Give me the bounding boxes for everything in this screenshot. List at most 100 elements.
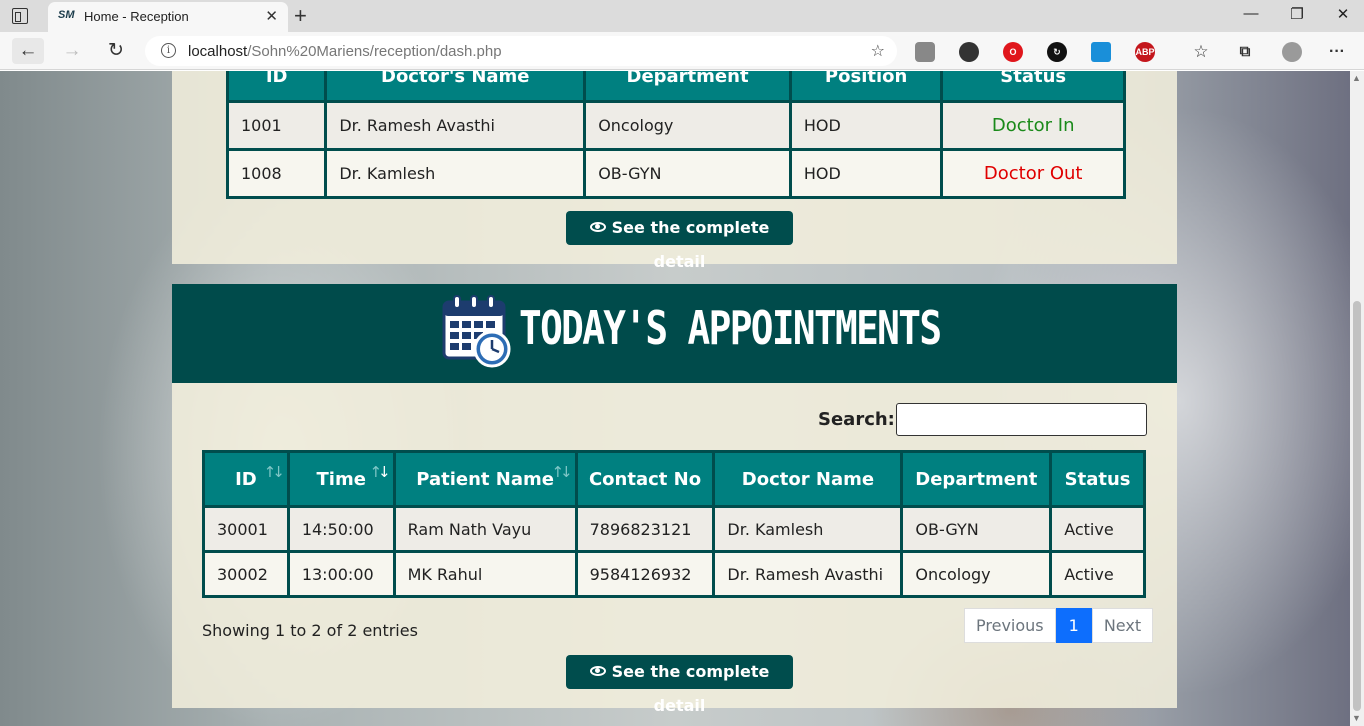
cell-contact-no: 7896823121: [574, 505, 716, 553]
col-header-status[interactable]: Status: [940, 71, 1126, 103]
cell-contact-no: 9584126932: [574, 550, 716, 598]
window-close-icon[interactable]: ✕: [1320, 5, 1364, 23]
browser-toolbar: ← → ↻ i localhost/Sohn%20Mariens/recepti…: [0, 32, 1364, 70]
col-header-id[interactable]: ID: [225, 71, 328, 103]
site-info-icon[interactable]: i: [161, 43, 176, 58]
search-input[interactable]: [896, 403, 1147, 436]
sort-icon[interactable]: ↑↓: [369, 463, 390, 481]
page-viewport: ID Doctor's Name Department Position Sta…: [0, 71, 1350, 726]
scroll-up-icon[interactable]: ▲: [1352, 73, 1361, 83]
col-header-doctor-name[interactable]: Doctor Name: [712, 450, 904, 508]
page-1-button[interactable]: 1: [1055, 608, 1092, 643]
cell-department: Oncology: [583, 100, 792, 151]
add-favorite-icon[interactable]: ☆: [871, 41, 885, 61]
appointments-header: TODAY'S APPOINTMENTS: [172, 284, 1177, 383]
cell-id: 30001: [202, 505, 290, 553]
col-header-contact-no[interactable]: Contact No: [574, 450, 716, 508]
new-tab-icon[interactable]: +: [294, 3, 307, 29]
vertical-scrollbar[interactable]: ▲ ▼: [1350, 71, 1364, 726]
cell-doctor-name: Dr. Kamlesh: [324, 148, 587, 199]
table-row: 30002 13:00:00 MK Rahul 9584126932 Dr. R…: [202, 550, 1146, 598]
see-complete-detail-button[interactable]: See the complete detail: [566, 211, 793, 271]
site-favicon: SM: [58, 9, 75, 21]
minimize-icon[interactable]: —: [1228, 5, 1274, 22]
cell-status: Active: [1049, 550, 1146, 598]
adblock-icon[interactable]: ABP: [1135, 42, 1155, 62]
col-header-patient-name[interactable]: Patient Name ↑↓: [392, 450, 578, 508]
detail-button-label: See the complete detail: [611, 662, 770, 715]
next-page-button[interactable]: Next: [1091, 608, 1154, 643]
sort-icon[interactable]: ↑↓: [264, 463, 285, 481]
cell-id: 30002: [202, 550, 290, 598]
col-header-id[interactable]: ID ↑↓: [202, 450, 290, 508]
cell-department: OB-GYN: [900, 505, 1053, 553]
cell-status: Active: [1049, 505, 1146, 553]
url-text[interactable]: localhost/Sohn%20Mariens/reception/dash.…: [188, 43, 502, 60]
col-header-department[interactable]: Department: [583, 71, 792, 103]
cell-department: OB-GYN: [583, 148, 792, 199]
reload-icon[interactable]: ↻: [100, 38, 132, 64]
eye-icon: [589, 222, 606, 232]
scroll-thumb[interactable]: [1353, 301, 1361, 711]
url-path: /Sohn%20Mariens/reception/dash.php: [247, 43, 502, 60]
cell-doctor-name: Dr. Kamlesh: [712, 505, 904, 553]
cell-patient-name: Ram Nath Vayu: [392, 505, 578, 553]
table-row: 1008 Dr. Kamlesh OB-GYN HOD Doctor Out: [225, 148, 1126, 199]
cell-patient-name: MK Rahul: [392, 550, 578, 598]
opera-icon[interactable]: O: [1003, 42, 1023, 62]
cell-position: HOD: [788, 148, 944, 199]
see-complete-detail-button[interactable]: See the complete detail: [566, 655, 793, 715]
screenshot-icon[interactable]: [1091, 42, 1111, 62]
restore-icon[interactable]: ❐: [1274, 5, 1320, 23]
previous-page-button[interactable]: Previous: [964, 608, 1056, 643]
forward-icon[interactable]: →: [56, 38, 88, 64]
pagination: Previous 1 Next: [964, 608, 1154, 643]
cell-id: 1008: [225, 148, 328, 199]
extension-icon[interactable]: [915, 42, 935, 62]
col-header-department[interactable]: Department: [900, 450, 1053, 508]
back-icon[interactable]: ←: [12, 38, 44, 64]
appointments-table: ID ↑↓ Time ↑↓ Patient Name ↑↓ Contact No Do…: [202, 450, 1146, 598]
scroll-down-icon[interactable]: ▼: [1352, 713, 1361, 723]
cell-time: 14:50:00: [286, 505, 396, 553]
table-row: 1001 Dr. Ramesh Avasthi Oncology HOD Doc…: [225, 100, 1126, 151]
more-menu-icon[interactable]: ···: [1327, 42, 1347, 62]
close-tab-icon[interactable]: ✕: [265, 7, 278, 25]
tab-actions-icon[interactable]: [12, 8, 28, 24]
tab-bar: SM Home - Reception ✕ + — ❐ ✕: [0, 0, 1364, 32]
appointments-panel: TODAY'S APPOINTMENTS Search: ID ↑↓ Time ↑↓…: [172, 284, 1177, 715]
sort-icon[interactable]: ↑↓: [551, 463, 572, 481]
cell-doctor-name: Dr. Ramesh Avasthi: [712, 550, 904, 598]
favorites-icon[interactable]: ☆: [1191, 42, 1211, 62]
cell-department: Oncology: [900, 550, 1053, 598]
appointments-title: TODAY'S APPOINTMENTS: [519, 301, 942, 355]
address-bar[interactable]: i localhost/Sohn%20Mariens/reception/das…: [145, 36, 897, 66]
col-header-label: Patient Name: [416, 468, 554, 490]
cell-time: 13:00:00: [286, 550, 396, 598]
doctors-panel: ID Doctor's Name Department Position Sta…: [172, 71, 1177, 271]
sync-icon[interactable]: ↻: [1047, 42, 1067, 62]
calendar-clock-icon: [442, 295, 511, 368]
col-header-time[interactable]: Time ↑↓: [286, 450, 396, 508]
cell-doctor-name: Dr. Ramesh Avasthi: [324, 100, 587, 151]
cell-id: 1001: [225, 100, 328, 151]
cell-status: Doctor In: [940, 100, 1126, 151]
profile-avatar[interactable]: [1282, 42, 1302, 62]
extension-icon[interactable]: [959, 42, 979, 62]
tab-title: Home - Reception: [84, 9, 189, 24]
eye-icon: [589, 666, 606, 676]
doctors-table: ID Doctor's Name Department Position Sta…: [225, 71, 1126, 199]
cell-position: HOD: [788, 100, 944, 151]
detail-button-label: See the complete detail: [611, 218, 770, 271]
active-tab[interactable]: SM Home - Reception ✕: [48, 2, 288, 32]
col-header-position[interactable]: Position: [788, 71, 944, 103]
col-header-status[interactable]: Status: [1049, 450, 1146, 508]
table-row: 30001 14:50:00 Ram Nath Vayu 7896823121 …: [202, 505, 1146, 553]
col-header-label: Time: [316, 468, 366, 490]
search-label: Search:: [818, 409, 895, 430]
cell-status: Doctor Out: [940, 148, 1126, 199]
col-header-doctor-name[interactable]: Doctor's Name: [324, 71, 587, 103]
table-info-text: Showing 1 to 2 of 2 entries: [202, 621, 418, 640]
col-header-label: ID: [235, 468, 257, 490]
collections-icon[interactable]: ⧉: [1235, 42, 1255, 62]
